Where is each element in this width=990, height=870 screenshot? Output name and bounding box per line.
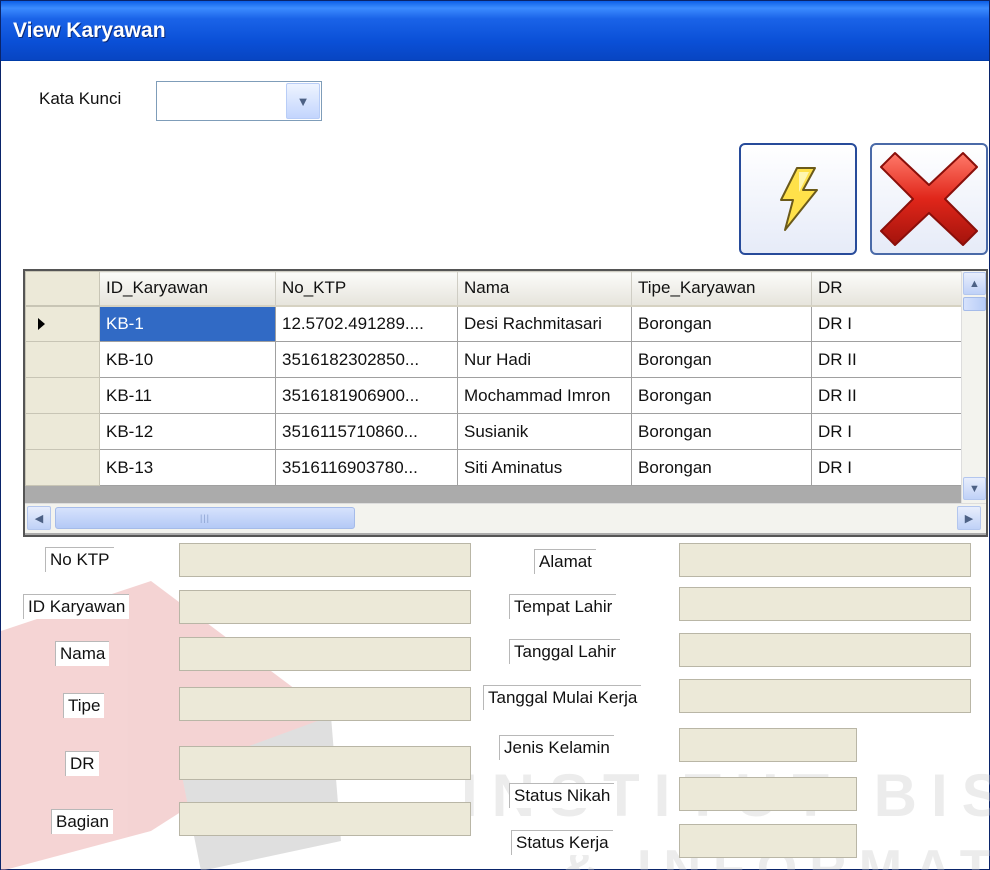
row-header[interactable] — [25, 449, 100, 486]
table-row[interactable]: KB-12 3516115710860... Susianik Borongan… — [25, 413, 962, 450]
tanggal-lahir-field[interactable] — [679, 633, 971, 667]
tipe-label: Tipe — [63, 693, 105, 718]
chevron-down-icon[interactable]: ▼ — [286, 83, 320, 119]
no-ktp-field[interactable] — [179, 543, 471, 577]
scroll-left-icon[interactable]: ◀ — [27, 506, 51, 530]
status-nikah-label: Status Nikah — [509, 783, 615, 808]
table-cell[interactable]: 3516115710860... — [275, 413, 458, 450]
alamat-label: Alamat — [534, 549, 596, 574]
current-row-arrow-icon — [38, 317, 45, 330]
table-cell[interactable]: DR I — [811, 305, 962, 342]
refresh-button[interactable] — [739, 143, 857, 255]
table-cell[interactable]: 3516181906900... — [275, 377, 458, 414]
nama-field[interactable] — [179, 637, 471, 671]
bagian-label: Bagian — [51, 809, 113, 834]
vertical-scroll-thumb[interactable] — [963, 297, 986, 311]
row-header[interactable] — [25, 341, 100, 378]
table-cell[interactable]: Borongan — [631, 305, 812, 342]
tanggal-mulai-kerja-field[interactable] — [679, 679, 971, 713]
alamat-field[interactable] — [679, 543, 971, 577]
jenis-kelamin-label: Jenis Kelamin — [499, 735, 614, 760]
table-cell[interactable]: DR I — [811, 413, 962, 450]
tempat-lahir-field[interactable] — [679, 587, 971, 621]
table-cell[interactable]: Susianik — [457, 413, 632, 450]
column-header-nama[interactable]: Nama — [457, 271, 632, 307]
row-header-current[interactable] — [25, 305, 100, 342]
nama-label: Nama — [55, 641, 110, 666]
table-cell[interactable]: Borongan — [631, 341, 812, 378]
table-cell[interactable]: KB-12 — [99, 413, 276, 450]
table-cell[interactable]: 3516116903780... — [275, 449, 458, 486]
scroll-up-icon[interactable]: ▲ — [963, 272, 986, 295]
tempat-lahir-label: Tempat Lahir — [509, 594, 617, 619]
table-cell[interactable]: Nur Hadi — [457, 341, 632, 378]
table-cell[interactable]: DR II — [811, 341, 962, 378]
close-button[interactable] — [870, 143, 988, 255]
table-cell[interactable]: Mochammad Imron — [457, 377, 632, 414]
table-cell[interactable]: KB-11 — [99, 377, 276, 414]
status-nikah-field[interactable] — [679, 777, 857, 811]
jenis-kelamin-field[interactable] — [679, 728, 857, 762]
vertical-scrollbar[interactable]: ▲ ▼ — [961, 271, 986, 503]
window-title: View Karyawan — [13, 19, 166, 42]
red-x-icon — [880, 152, 978, 246]
column-header-no-ktp[interactable]: No_KTP — [275, 271, 458, 307]
tanggal-lahir-label: Tanggal Lahir — [509, 639, 621, 664]
karyawan-table: ID_Karyawan No_KTP Nama Tipe_Karyawan DR… — [25, 271, 962, 486]
table-cell[interactable]: DR II — [811, 377, 962, 414]
karyawan-data-grid[interactable]: ID_Karyawan No_KTP Nama Tipe_Karyawan DR… — [23, 269, 988, 537]
scroll-down-icon[interactable]: ▼ — [963, 477, 986, 500]
bagian-field[interactable] — [179, 802, 471, 836]
kata-kunci-combobox[interactable]: ▼ — [156, 81, 322, 121]
table-cell[interactable]: Desi Rachmitasari — [457, 305, 632, 342]
table-cell[interactable]: Borongan — [631, 413, 812, 450]
kata-kunci-label: Kata Kunci — [39, 89, 122, 108]
status-kerja-label: Status Kerja — [511, 830, 613, 855]
table-row[interactable]: KB-1 12.5702.491289.... Desi Rachmitasar… — [25, 305, 962, 342]
table-cell[interactable]: Siti Aminatus — [457, 449, 632, 486]
tanggal-mulai-kerja-label: Tanggal Mulai Kerja — [483, 685, 642, 710]
table-cell[interactable]: Borongan — [631, 449, 812, 486]
table-cell[interactable]: DR I — [811, 449, 962, 486]
column-header-tipe-karyawan[interactable]: Tipe_Karyawan — [631, 271, 812, 307]
title-bar[interactable]: View Karyawan — [1, 1, 989, 61]
id-karyawan-field[interactable] — [179, 590, 471, 624]
column-header-dr[interactable]: DR — [811, 271, 962, 307]
table-cell[interactable]: KB-10 — [99, 341, 276, 378]
table-cell[interactable]: 12.5702.491289.... — [275, 305, 458, 342]
table-cell[interactable]: 3516182302850... — [275, 341, 458, 378]
horizontal-scroll-thumb[interactable]: ||| — [55, 507, 355, 529]
tipe-combobox[interactable] — [179, 687, 471, 721]
no-ktp-label: No KTP — [45, 547, 114, 572]
table-cell[interactable]: Borongan — [631, 377, 812, 414]
horizontal-scrollbar[interactable]: ◀ ||| ▶ — [25, 503, 986, 533]
view-karyawan-window: View Karyawan Kata Kunci ▼ ID_Karyawan N… — [0, 0, 990, 870]
dr-label: DR — [65, 751, 99, 776]
column-header-id-karyawan[interactable]: ID_Karyawan — [99, 271, 276, 307]
scroll-right-icon[interactable]: ▶ — [957, 506, 981, 530]
dr-field[interactable] — [179, 746, 471, 780]
lightning-icon — [780, 167, 818, 231]
row-header[interactable] — [25, 377, 100, 414]
table-cell[interactable]: KB-1 — [99, 305, 276, 342]
grid-header-row: ID_Karyawan No_KTP Nama Tipe_Karyawan DR — [25, 271, 962, 307]
row-header-corner — [25, 271, 100, 307]
row-header[interactable] — [25, 413, 100, 450]
table-cell[interactable]: KB-13 — [99, 449, 276, 486]
table-row[interactable]: KB-13 3516116903780... Siti Aminatus Bor… — [25, 449, 962, 486]
id-karyawan-label: ID Karyawan — [23, 594, 130, 619]
table-row[interactable]: KB-10 3516182302850... Nur Hadi Borongan… — [25, 341, 962, 378]
table-row[interactable]: KB-11 3516181906900... Mochammad Imron B… — [25, 377, 962, 414]
status-kerja-field[interactable] — [679, 824, 857, 858]
